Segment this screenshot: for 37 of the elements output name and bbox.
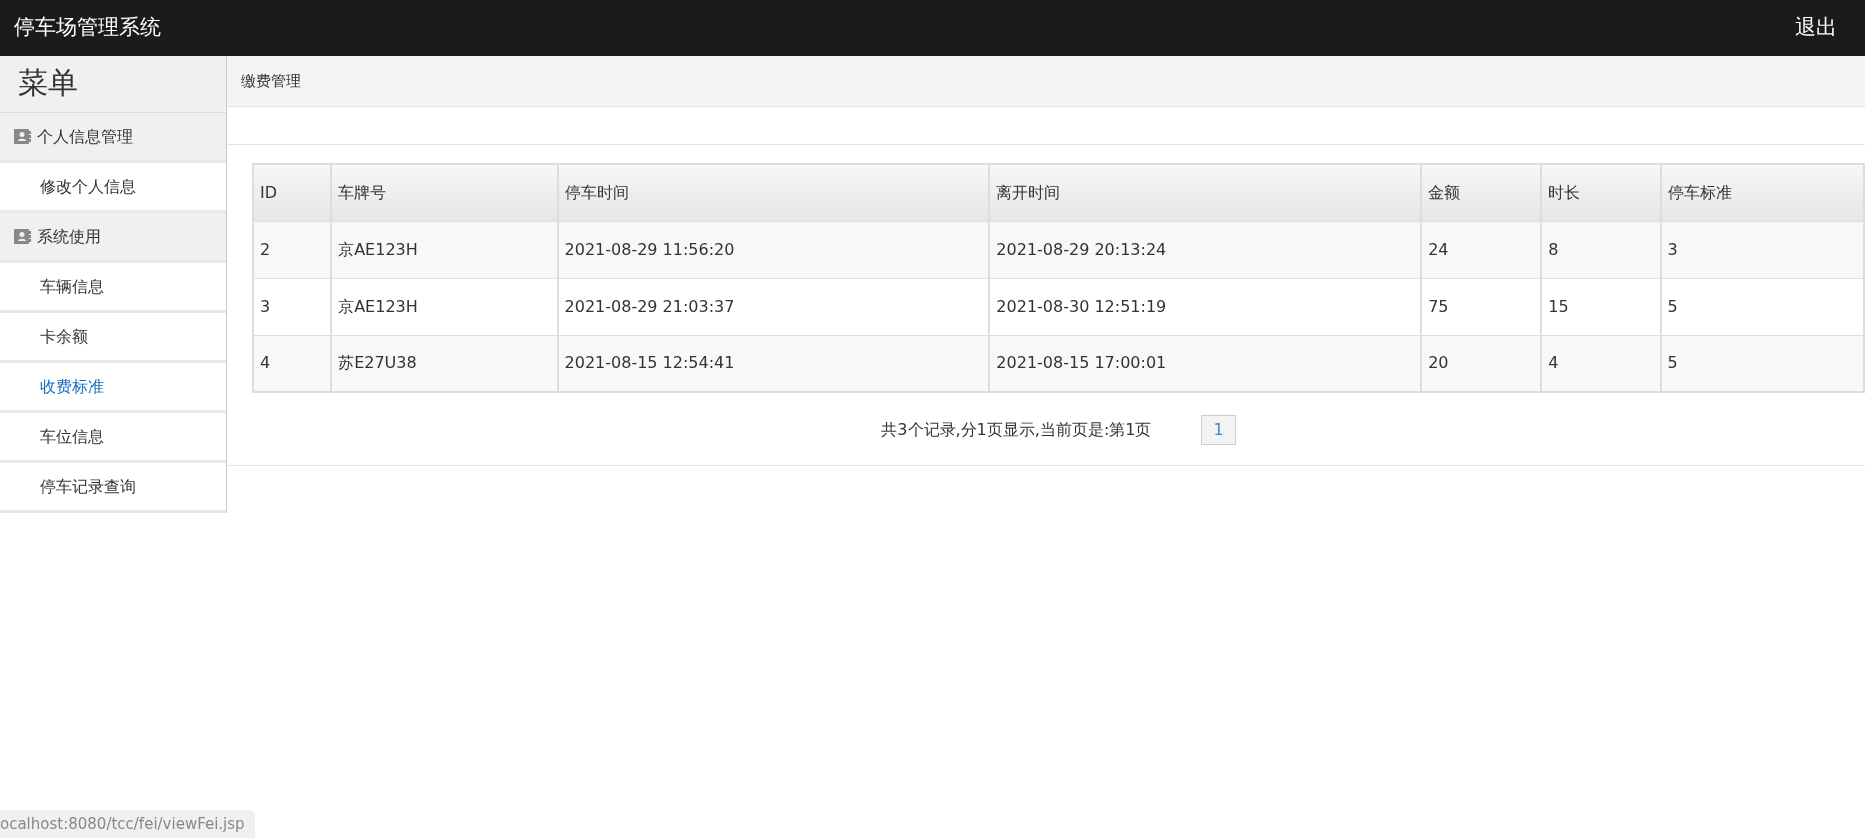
table-cell: 4 <box>1541 335 1661 392</box>
menu-item[interactable]: 车位信息 <box>0 413 226 463</box>
column-header: 停车标准 <box>1660 164 1864 221</box>
table-cell: 20 <box>1421 335 1542 392</box>
menu-item[interactable]: 收费标准 <box>0 363 226 413</box>
app-title: 停车场管理系统 <box>14 14 161 42</box>
table-cell: 2 <box>253 221 332 278</box>
logout-link[interactable]: 退出 <box>1795 12 1851 44</box>
status-url: ocalhost:8080/tcc/fei/viewFei.jsp <box>0 809 255 838</box>
table-cell: 2021-08-15 17:00:01 <box>989 335 1422 392</box>
column-header: 时长 <box>1541 164 1661 221</box>
table-cell: 8 <box>1541 221 1661 278</box>
menu-group-label: 系统使用 <box>37 225 101 248</box>
table-cell: 24 <box>1421 221 1542 278</box>
table-cell: 京AE123H <box>331 221 558 278</box>
column-header: 车牌号 <box>331 164 558 221</box>
page-button[interactable]: 1 <box>1201 415 1236 445</box>
table-cell: 3 <box>1660 221 1864 278</box>
menu-item[interactable]: 卡余额 <box>0 313 226 363</box>
table-cell: 2021-08-15 12:54:41 <box>557 335 990 392</box>
address-book-icon <box>14 129 31 144</box>
column-header: 金额 <box>1421 164 1542 221</box>
table-cell: 4 <box>253 335 332 392</box>
table-cell: 2021-08-29 11:56:20 <box>557 221 990 278</box>
menu-item[interactable]: 车辆信息 <box>0 263 226 313</box>
column-header: 停车时间 <box>557 164 990 221</box>
table-cell: 2021-08-29 20:13:24 <box>989 221 1422 278</box>
menu-item[interactable]: 修改个人信息 <box>0 163 226 213</box>
address-book-icon <box>14 229 31 244</box>
table-cell: 苏E27U38 <box>331 335 558 392</box>
column-header: ID <box>253 164 332 221</box>
table-cell: 5 <box>1660 335 1864 392</box>
menu-item[interactable]: 停车记录查询 <box>0 463 226 513</box>
column-header: 离开时间 <box>989 164 1422 221</box>
breadcrumb-bar: 缴费管理 <box>227 56 1865 107</box>
menu-group-label: 个人信息管理 <box>37 125 133 148</box>
pagination-summary: 共3个记录,分1页显示,当前页是:第1页 <box>881 419 1152 441</box>
